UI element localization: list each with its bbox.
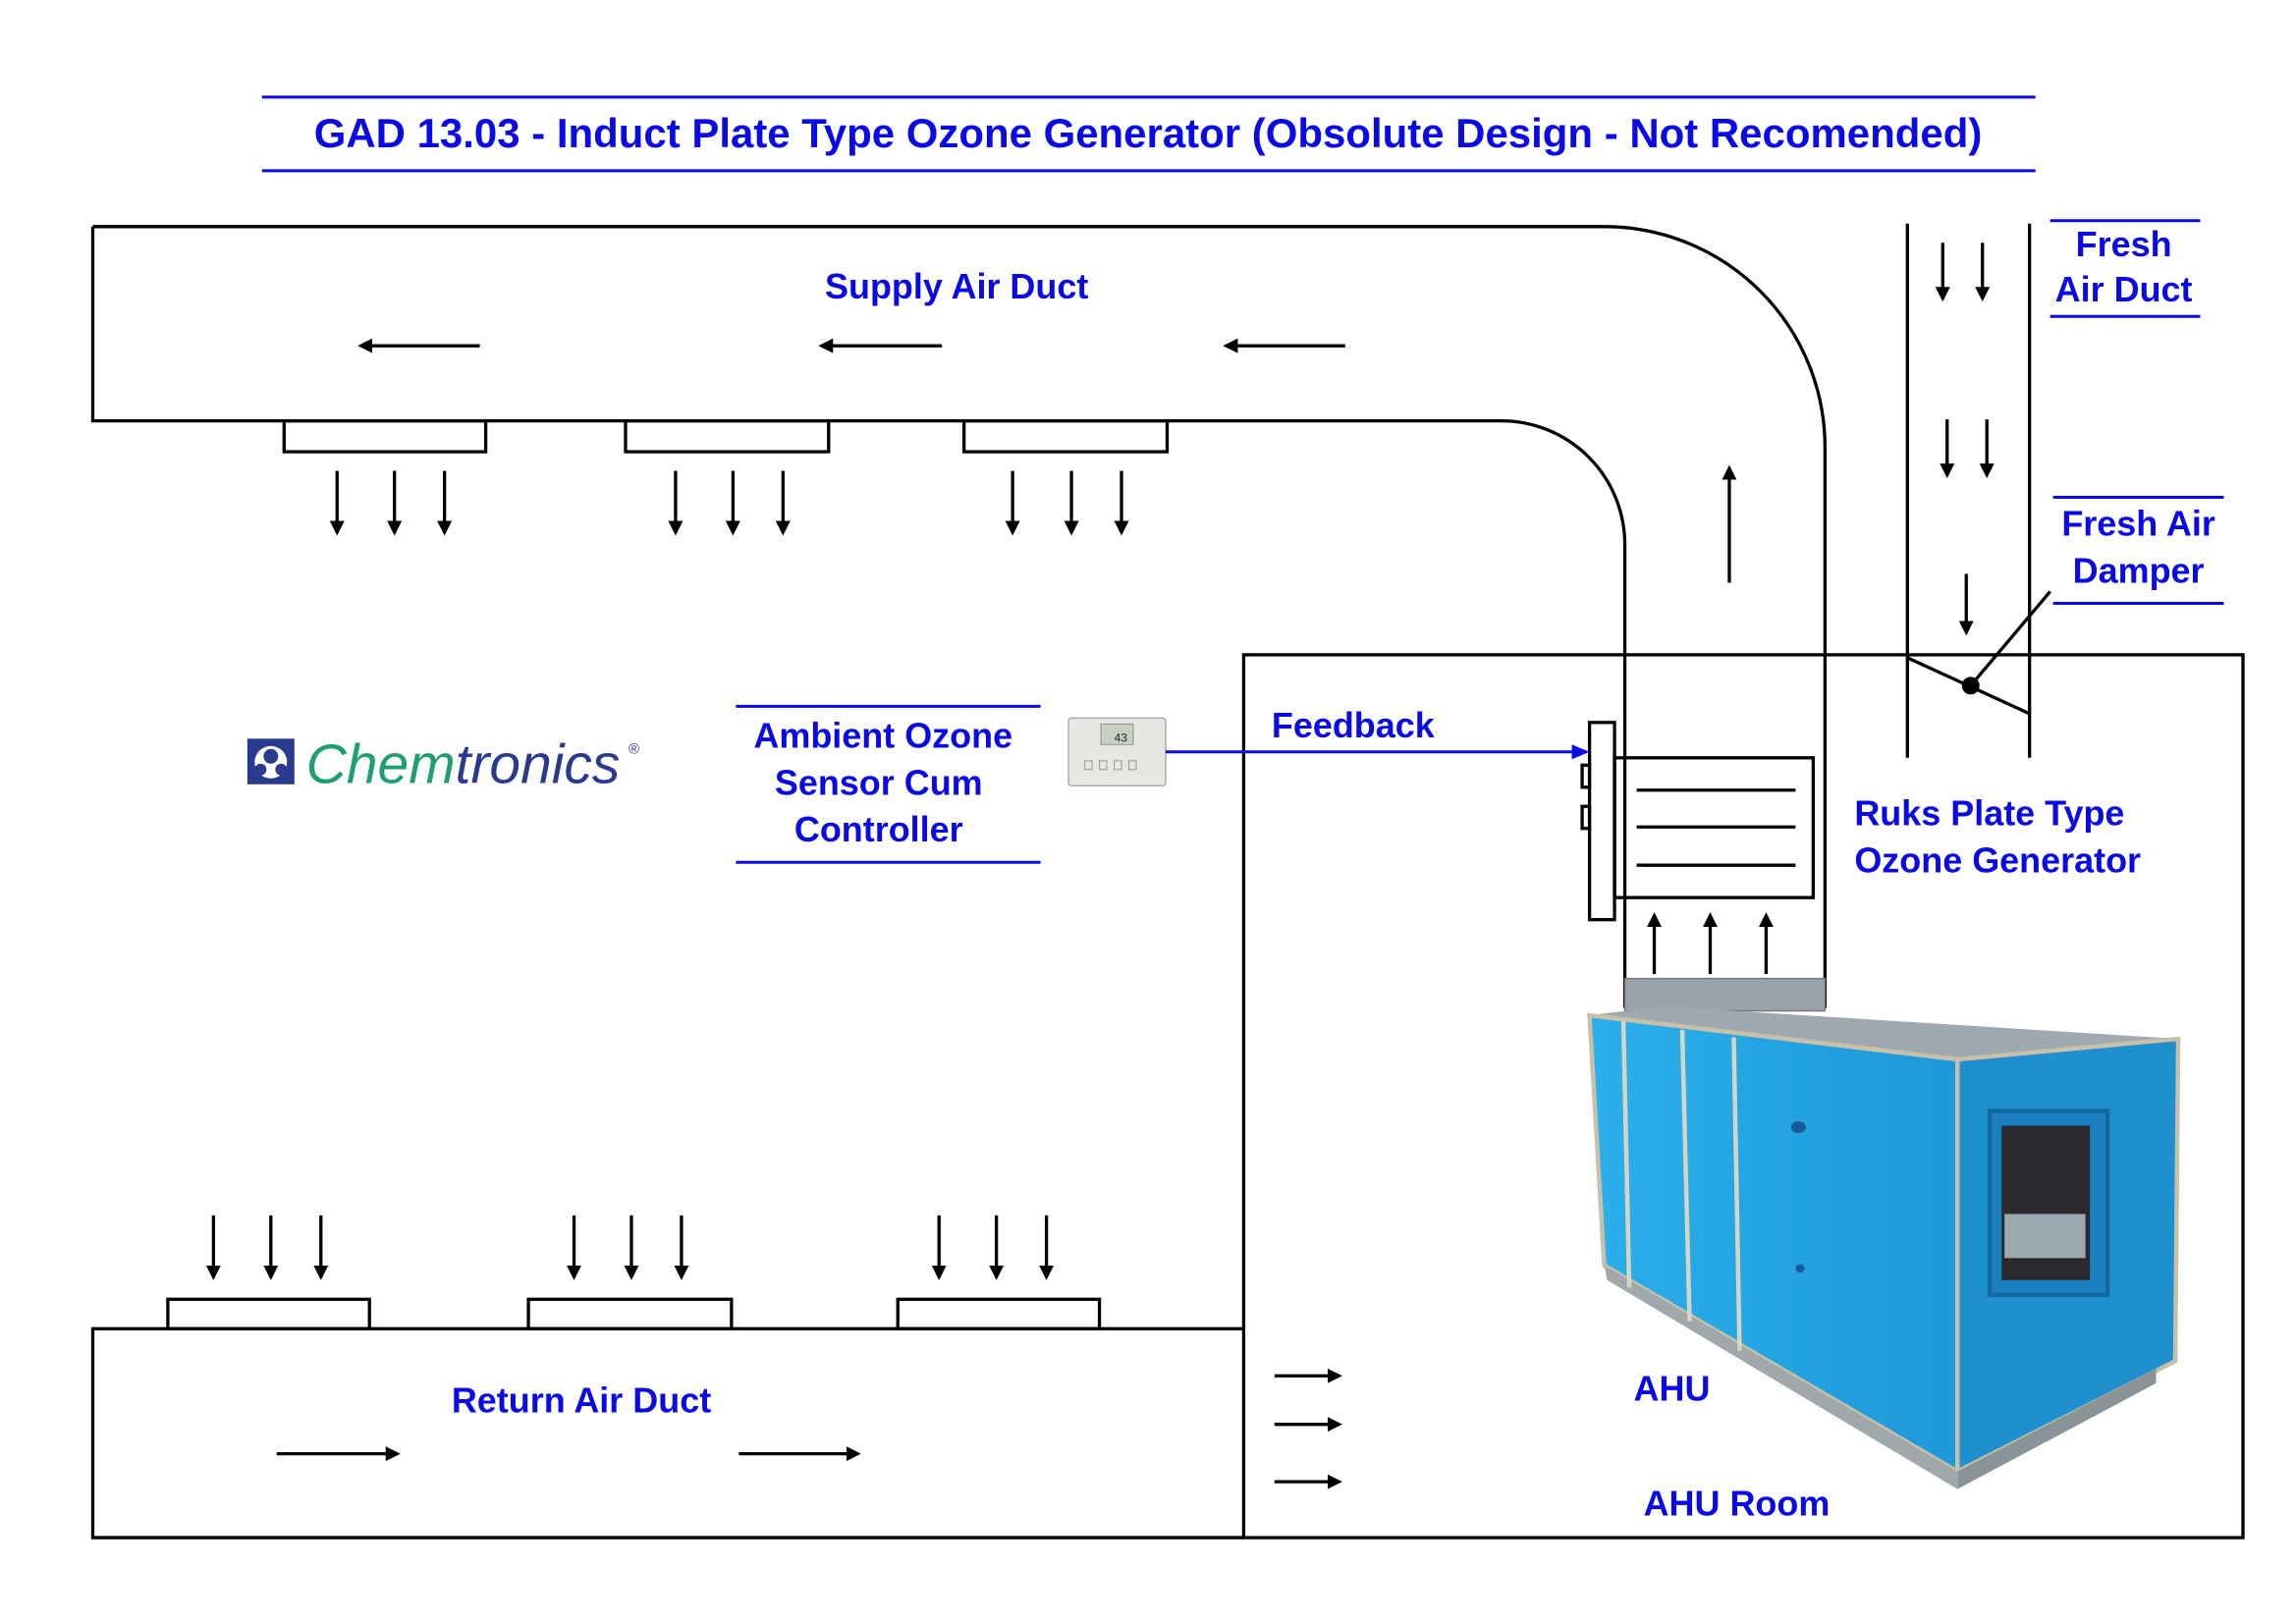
ahu-room-label: AHU Room	[1644, 1484, 1831, 1524]
supply-air-duct	[90, 225, 1828, 1008]
feedback-label: Feedback	[1272, 705, 1436, 745]
supply-air-duct-label: Supply Air Duct	[825, 266, 1088, 306]
ozone-sensor-controller: 43	[1067, 717, 1167, 787]
sensor-label-2: Sensor Cum	[775, 762, 983, 802]
logo-registered: ®	[629, 740, 639, 757]
ahu-label: AHU	[1634, 1369, 1711, 1409]
supply-diffuser	[624, 418, 831, 454]
ozone-generator-label-2: Ozone Generator	[1854, 840, 2141, 881]
logo-text-tronics: tronics	[456, 732, 621, 795]
damper-leader-line	[1969, 590, 2051, 687]
chemtronics-logo: Chemtronics ®	[246, 732, 639, 795]
return-air-duct	[90, 1215, 1342, 1540]
fresh-air-duct	[1905, 223, 2051, 758]
sensor-label-3: Controller	[794, 809, 963, 849]
ozone-generator-label-1: Ruks Plate Type	[1854, 793, 2124, 834]
sensor-label-1: Ambient Ozone	[753, 715, 1012, 755]
svg-text:Chemtronics: Chemtronics	[306, 732, 621, 795]
return-grille	[526, 1297, 734, 1330]
fresh-air-damper-label-1: Fresh Air	[2061, 504, 2215, 544]
fresh-air-duct-label-1: Fresh	[2076, 224, 2172, 264]
logo-text-chem: Chem	[306, 732, 456, 795]
return-air-duct-label: Return Air Duct	[452, 1380, 711, 1421]
supply-flow-arrows	[329, 338, 1737, 583]
return-grille	[166, 1297, 371, 1330]
supply-diffuser	[282, 418, 488, 454]
fresh-air-duct-label-2: Air Duct	[2055, 269, 2193, 309]
controller-display: 43	[1115, 730, 1128, 744]
ahu-unit-image	[1587, 977, 2181, 1489]
hvac-diagram: GAD 13.03 - Induct Plate Type Ozone Gene…	[90, 95, 2245, 1540]
diagram: GAD 13.03 - Induct Plate Type Ozone Gene…	[0, 0, 2296, 1623]
diagram-title: GAD 13.03 - Induct Plate Type Ozone Gene…	[314, 110, 1983, 156]
fresh-air-damper-label-2: Damper	[2073, 550, 2205, 590]
supply-diffuser	[962, 418, 1170, 454]
return-grille	[896, 1297, 1102, 1330]
plate-ozone-generator	[1580, 721, 1816, 975]
